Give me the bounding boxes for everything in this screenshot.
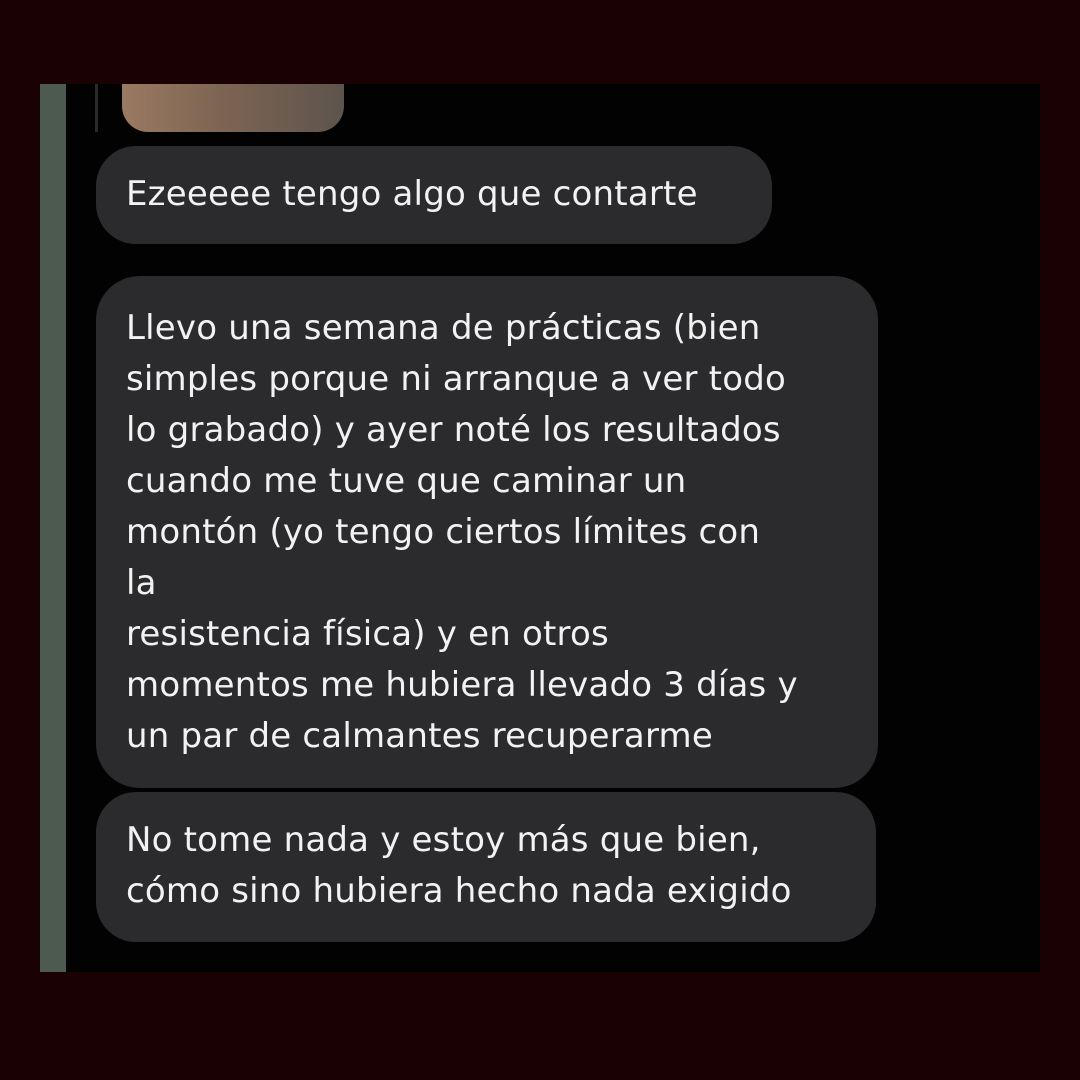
message-line: simples porque ni arranque a ver todo: [126, 359, 786, 399]
message-bubble-2[interactable]: Llevo una semana de prácticas (bien simp…: [96, 276, 878, 788]
message-text: Ezeeeee tengo algo que contarte: [126, 174, 698, 214]
message-line: un par de calmantes recuperarme: [126, 716, 713, 756]
message-line: lo grabado) y ayer noté los resultados: [126, 410, 781, 450]
photo-message-thumbnail[interactable]: [122, 84, 344, 132]
message-bubble-1[interactable]: Ezeeeee tengo algo que contarte: [96, 146, 772, 244]
message-bubble-3[interactable]: No tome nada y estoy más que bien, cómo …: [96, 792, 876, 942]
message-line: momentos me hubiera llevado 3 días y: [126, 665, 798, 705]
message-line: resistencia física) y en otros: [126, 614, 609, 654]
screen-left-edge: [40, 84, 66, 972]
message-line: montón (yo tengo ciertos límites con: [126, 512, 761, 552]
thread-divider: [95, 84, 98, 132]
message-line: la: [126, 563, 157, 603]
message-line: cuando me tuve que caminar un: [126, 461, 687, 501]
message-line: No tome nada y estoy más que bien,: [126, 820, 761, 860]
message-line: Llevo una semana de prácticas (bien: [126, 308, 761, 348]
chat-screen: Ezeeeee tengo algo que contarte Llevo un…: [40, 84, 1040, 972]
message-line: cómo sino hubiera hecho nada exigido: [126, 871, 792, 911]
